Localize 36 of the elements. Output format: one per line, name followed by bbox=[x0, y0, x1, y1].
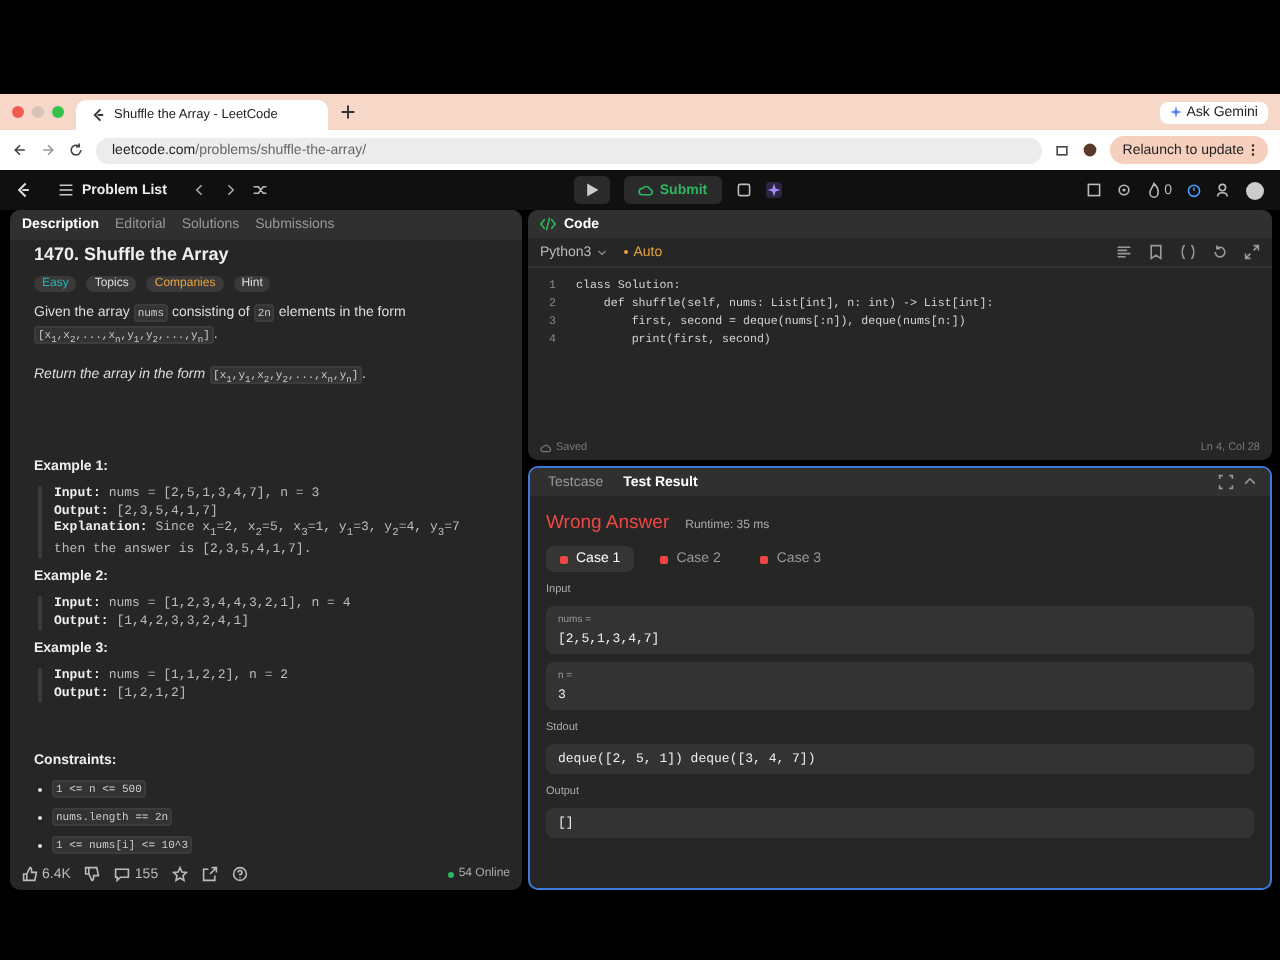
play-icon bbox=[583, 182, 600, 198]
forward-icon[interactable] bbox=[40, 142, 56, 158]
fullscreen-icon[interactable] bbox=[1218, 474, 1234, 490]
format-icon[interactable] bbox=[1116, 244, 1132, 260]
settings-icon[interactable] bbox=[1116, 182, 1133, 198]
share-icon[interactable] bbox=[202, 866, 219, 883]
bookmark-icon[interactable] bbox=[1148, 244, 1164, 260]
expand-icon[interactable] bbox=[1244, 244, 1260, 260]
collapse-icon[interactable] bbox=[1242, 474, 1258, 490]
reload-icon[interactable] bbox=[68, 142, 84, 158]
sparkle-icon[interactable] bbox=[765, 182, 782, 198]
problem-title: 1470. Shuffle the Array bbox=[34, 244, 231, 264]
add-user-icon[interactable] bbox=[1216, 182, 1233, 198]
cloud-icon bbox=[637, 182, 654, 198]
next-icon[interactable] bbox=[222, 182, 239, 198]
chevron-down-icon bbox=[595, 246, 608, 258]
cloud-icon bbox=[540, 442, 552, 454]
avatar[interactable] bbox=[1246, 181, 1265, 199]
list-icon bbox=[58, 182, 74, 198]
avatar-icon[interactable] bbox=[1082, 142, 1099, 158]
timer-icon[interactable] bbox=[1186, 182, 1203, 198]
shuffle-icon[interactable] bbox=[252, 182, 269, 198]
more-icon bbox=[1250, 142, 1256, 158]
star-icon[interactable] bbox=[172, 866, 189, 883]
comment-icon bbox=[114, 866, 131, 883]
back-icon[interactable] bbox=[12, 142, 28, 158]
thumbs-up-icon bbox=[22, 866, 38, 883]
code-icon bbox=[540, 216, 556, 232]
undo-icon[interactable] bbox=[1212, 244, 1228, 260]
new-tab-icon[interactable] bbox=[340, 104, 356, 120]
verdict: Wrong Answer bbox=[546, 512, 670, 534]
run-button[interactable] bbox=[573, 176, 610, 204]
help-icon[interactable] bbox=[232, 866, 249, 883]
dislike-icon[interactable] bbox=[84, 866, 101, 883]
sparkle-icon bbox=[1170, 106, 1183, 118]
braces-icon[interactable] bbox=[1180, 244, 1196, 260]
